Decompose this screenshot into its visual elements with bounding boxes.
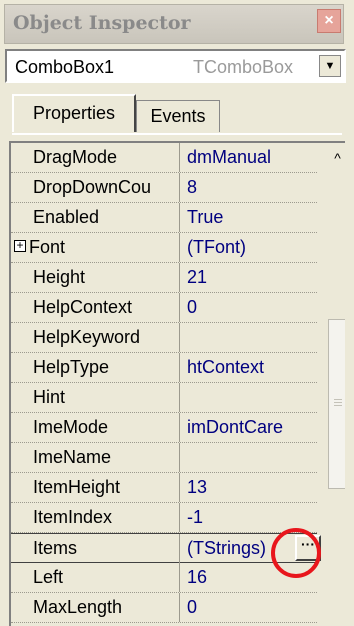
close-icon[interactable]: × [317, 9, 341, 33]
title-bar[interactable]: Object Inspector × [4, 4, 344, 44]
property-name: Hint [33, 387, 66, 407]
property-value[interactable]: 13 [187, 477, 207, 498]
property-name: HelpKeyword [33, 327, 141, 347]
property-value[interactable]: imDontCare [187, 417, 283, 438]
property-value[interactable]: (TStrings) [187, 538, 266, 559]
property-value[interactable]: dmManual [187, 147, 271, 168]
property-name: Items [33, 538, 78, 558]
property-value[interactable]: 8 [187, 177, 197, 198]
column-divider [179, 443, 180, 472]
vertical-scrollbar[interactable]: ^ [327, 144, 345, 626]
property-row-font[interactable]: + Font (TFont) [11, 233, 317, 263]
property-row-height[interactable]: Height 21 [11, 263, 317, 293]
column-divider [179, 413, 180, 442]
component-selector[interactable]: ComboBox1 TComboBox ▼ [5, 49, 346, 83]
grip-line [334, 405, 342, 406]
grip-line [334, 399, 342, 400]
grip-line [334, 402, 342, 403]
property-name: ImeMode [33, 417, 109, 437]
property-name: ItemHeight [33, 477, 121, 497]
object-inspector-window: Object Inspector × ComboBox1 TComboBox ▼… [0, 0, 354, 626]
property-name: Left [33, 567, 64, 587]
property-name: Enabled [33, 207, 100, 227]
property-name: MaxLength [33, 597, 123, 617]
column-divider [179, 203, 180, 232]
property-name: DropDownCou [33, 177, 152, 197]
property-name: ImeName [33, 447, 112, 467]
component-type: TComboBox [193, 57, 294, 77]
chevron-down-icon[interactable]: ▼ [319, 55, 341, 77]
window-title: Object Inspector [13, 12, 191, 34]
property-row-left[interactable]: Left 16 [11, 563, 317, 593]
property-row-hint[interactable]: Hint [11, 383, 317, 413]
property-name: HelpType [33, 357, 110, 377]
expand-icon[interactable]: + [14, 239, 26, 252]
column-divider [179, 473, 180, 502]
property-row-enabled[interactable]: Enabled True [11, 203, 317, 233]
column-divider [179, 143, 180, 172]
property-value[interactable]: -1 [187, 507, 203, 528]
property-name: Height [33, 267, 86, 287]
property-name: Font [29, 237, 66, 257]
column-divider [179, 293, 180, 322]
property-value[interactable]: 16 [187, 567, 207, 588]
column-divider [179, 233, 180, 262]
property-name: HelpContext [33, 297, 133, 317]
property-value[interactable]: (TFont) [187, 237, 246, 258]
property-row-dragmode[interactable]: DragMode dmManual [11, 143, 317, 173]
column-divider [179, 503, 180, 532]
column-divider [179, 383, 180, 412]
tab-properties[interactable]: Properties [12, 94, 136, 132]
tab-divider [12, 133, 342, 135]
column-divider [179, 263, 180, 292]
property-value[interactable]: 0 [187, 297, 197, 318]
property-name: DragMode [33, 147, 118, 167]
column-divider [179, 323, 180, 352]
property-row-dropdowncount[interactable]: DropDownCou 8 [11, 173, 317, 203]
property-row-itemheight[interactable]: ItemHeight 13 [11, 473, 317, 503]
property-value[interactable]: 0 [187, 597, 197, 618]
property-name: ItemIndex [33, 507, 113, 527]
property-row-maxlength[interactable]: MaxLength 0 [11, 593, 317, 623]
column-divider [179, 563, 180, 592]
property-row-imename[interactable]: ImeName [11, 443, 317, 473]
property-row-helpcontext[interactable]: HelpContext 0 [11, 293, 317, 323]
column-divider [179, 593, 180, 622]
property-value[interactable]: htContext [187, 357, 264, 378]
column-divider [179, 534, 180, 563]
property-row-imemode[interactable]: ImeMode imDontCare [11, 413, 317, 443]
property-value[interactable]: 21 [187, 267, 207, 288]
tab-events[interactable]: Events [136, 100, 220, 132]
property-row-itemindex[interactable]: ItemIndex -1 [11, 503, 317, 533]
component-name: ComboBox1 [15, 57, 115, 77]
column-divider [179, 173, 180, 202]
scroll-up-icon[interactable]: ^ [328, 144, 345, 172]
column-divider [179, 353, 180, 382]
property-row-helptype[interactable]: HelpType htContext [11, 353, 317, 383]
highlight-circle-annotation [271, 528, 321, 578]
property-row-helpkeyword[interactable]: HelpKeyword [11, 323, 317, 353]
scroll-thumb[interactable] [328, 319, 345, 489]
property-value[interactable]: True [187, 207, 223, 228]
